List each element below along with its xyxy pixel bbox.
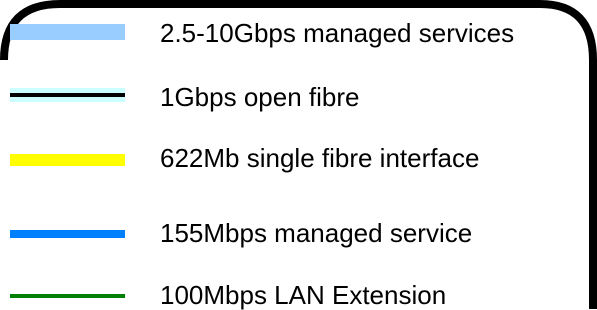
legend-panel: 2.5-10Gbps managed services 1Gbps open f… xyxy=(0,0,597,310)
legend-swatch-1gbps xyxy=(10,88,125,102)
legend-swatch-100mbps xyxy=(10,294,125,298)
legend-label-100mbps: 100Mbps LAN Extension xyxy=(160,280,447,310)
legend-label-2-5-10gbps: 2.5-10Gbps managed services xyxy=(160,18,515,48)
legend-label-622mb: 622Mb single fibre interface xyxy=(160,143,480,173)
legend-swatch-155mbps xyxy=(10,230,125,238)
legend-swatch-622mb xyxy=(10,154,125,166)
legend-label-1gbps: 1Gbps open fibre xyxy=(160,82,360,112)
legend-swatch-2-5-10gbps xyxy=(10,24,125,40)
legend-swatch-1gbps-core-line xyxy=(10,93,125,97)
legend-label-155mbps: 155Mbps managed service xyxy=(160,218,473,248)
